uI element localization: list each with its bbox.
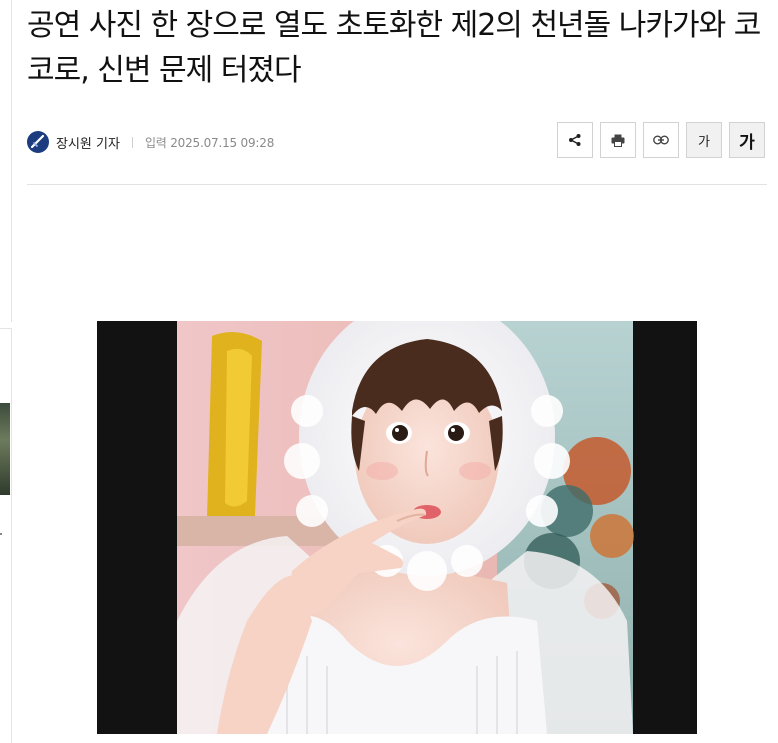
rail-divider [11,328,12,743]
article-byline: 장시원 기자 입력 2025.07.15 09:28 [27,130,274,154]
article-photo[interactable] [97,321,697,734]
print-icon [611,134,625,147]
article-headline: 공연 사진 한 장으로 열도 초토화한 제2의 천년돌 나카가와 코코로, 신변… [27,8,761,88]
print-button[interactable] [600,122,636,158]
byline-separator [131,136,133,148]
font-large-label: 가 [739,132,755,153]
left-rail [0,0,12,743]
rail-thumbnail[interactable] [0,403,10,495]
font-size-decrease-button[interactable]: 가 [686,122,722,158]
rail-divider [11,0,12,322]
reporter-avatar [27,131,49,153]
font-small-label: 가 [698,134,710,150]
rail-marker [0,533,2,535]
header-divider [27,184,767,185]
share-icon [569,134,581,146]
share-button[interactable] [557,122,593,158]
article-toolbar: 가 가 [557,122,765,158]
reporter-name[interactable]: 장시원 기자 [56,133,120,152]
font-size-increase-button[interactable]: 가 [729,122,765,158]
link-icon [653,135,669,145]
publish-datetime: 입력 2025.07.15 09:28 [144,135,275,150]
copy-link-button[interactable] [643,122,679,158]
